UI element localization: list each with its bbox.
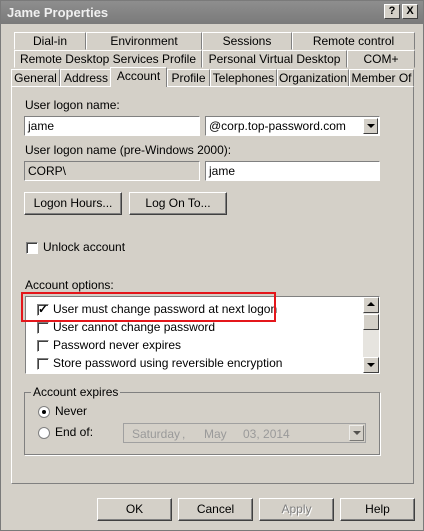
pre2000-label: User logon name (pre-Windows 2000):: [25, 143, 232, 157]
highlight-box: [21, 292, 276, 322]
date-day-year: 03, 2014: [243, 427, 290, 441]
button-label: Cancel: [196, 502, 235, 516]
never-radio[interactable]: [38, 406, 50, 418]
button-label: Apply: [281, 502, 312, 516]
log-on-to-button[interactable]: Log On To...: [129, 192, 227, 215]
date-month: May: [204, 427, 227, 441]
option-checkbox-never-expires[interactable]: [37, 340, 49, 352]
logon-name-label: User logon name:: [25, 98, 120, 112]
button-label: OK: [125, 502, 144, 516]
option-label: Store password using reversible encrypti…: [53, 356, 283, 370]
help-button[interactable]: Help: [340, 498, 415, 521]
date-weekday: Saturday: [132, 427, 181, 441]
option-checkbox-reversible-encryption[interactable]: [37, 358, 49, 370]
option-label: User cannot change password: [53, 320, 216, 334]
account-expires-legend: Account expires: [31, 385, 121, 399]
scroll-thumb[interactable]: [363, 314, 379, 330]
chevron-down-icon[interactable]: [363, 118, 378, 134]
button-label: Logon Hours...: [33, 196, 113, 210]
option-label: Password never expires: [53, 338, 182, 352]
pre2000-domain-field: CORP\: [24, 161, 200, 181]
scroll-down-icon[interactable]: [363, 357, 379, 373]
never-label: Never: [55, 404, 88, 418]
unlock-checkbox[interactable]: [26, 242, 38, 254]
scroll-up-icon[interactable]: [363, 297, 379, 313]
end-of-radio[interactable]: [38, 427, 50, 439]
account-options-label: Account options:: [25, 278, 114, 292]
button-label: Help: [365, 502, 390, 516]
end-of-label: End of:: [55, 425, 94, 439]
calendar-dropdown-icon: [349, 425, 364, 441]
expiry-date-picker: Saturday , May 03, 2014: [123, 423, 366, 443]
apply-button[interactable]: Apply: [259, 498, 334, 521]
logon-hours-button[interactable]: Logon Hours...: [24, 192, 122, 215]
pre2000-name-input[interactable]: jame: [205, 161, 380, 181]
unlock-label: Unlock account: [43, 240, 126, 254]
date-sep: ,: [182, 427, 186, 441]
logon-name-input[interactable]: jame: [24, 116, 200, 136]
cancel-button[interactable]: Cancel: [178, 498, 253, 521]
options-scrollbar[interactable]: [363, 297, 379, 373]
ok-button[interactable]: OK: [97, 498, 172, 521]
domain-select[interactable]: @corp.top-password.com: [205, 116, 380, 136]
button-label: Log On To...: [145, 196, 211, 210]
option-checkbox-cannot-change[interactable]: [37, 322, 49, 334]
domain-value: @corp.top-password.com: [209, 119, 346, 133]
